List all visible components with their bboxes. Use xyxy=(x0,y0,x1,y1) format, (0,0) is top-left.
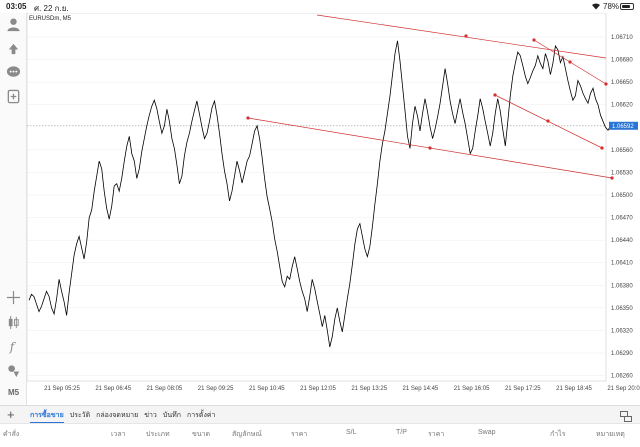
x-tick-label: 21 Sep 16:05 xyxy=(454,386,490,392)
y-tick-label: 1.06440 xyxy=(611,238,633,244)
x-tick-label: 21 Sep 10:45 xyxy=(249,386,285,392)
trendline-handle[interactable] xyxy=(532,38,536,42)
column-header[interactable]: สัญลักษณ์ xyxy=(232,429,262,440)
y-tick-label: 1.06260 xyxy=(611,374,633,380)
trendline-handle[interactable] xyxy=(428,146,432,150)
trendline-upper-channel[interactable] xyxy=(316,14,607,59)
price-chart[interactable]: EURUSDm, M5 1.06710 1.06680 1.06650 1.06620… xyxy=(27,13,640,405)
trendline-handle[interactable] xyxy=(604,82,608,86)
collapse-icon[interactable] xyxy=(620,409,632,422)
x-tick-label: 21 Sep 06:45 xyxy=(95,386,131,392)
time-axis: 21 Sep 05:25 21 Sep 06:45 21 Sep 08:05 21 S… xyxy=(44,386,640,392)
x-tick-label: 21 Sep 13:25 xyxy=(351,386,387,392)
x-tick-label: 21 Sep 18:45 xyxy=(556,386,592,392)
x-tick-label: 21 Sep 08:05 xyxy=(147,386,183,392)
candlestick-icon[interactable] xyxy=(6,315,21,330)
trendline-handle[interactable] xyxy=(246,116,250,120)
column-header[interactable]: ประเภท xyxy=(146,429,170,440)
y-tick-label: 1.06560 xyxy=(611,148,633,154)
column-header[interactable]: Swap xyxy=(478,429,496,436)
indicator-icon[interactable]: f xyxy=(6,339,21,354)
tab-3[interactable]: ข่าว xyxy=(144,410,157,423)
svg-text:f: f xyxy=(9,340,17,354)
y-tick-label: 1.06410 xyxy=(611,261,633,267)
x-tick-label: 21 Sep 20:05 xyxy=(607,386,640,392)
clock: 03:05 xyxy=(6,2,27,11)
symbol-label: EURUSDm, M5 xyxy=(29,16,72,22)
tab-5[interactable]: การตั้งค่า xyxy=(187,410,216,423)
battery-icon xyxy=(620,3,634,10)
plot-frame xyxy=(27,13,607,382)
column-header[interactable]: กำไร xyxy=(550,429,565,440)
chart-grid xyxy=(27,36,606,376)
column-header[interactable]: ขนาด xyxy=(192,429,210,440)
tab-1[interactable]: ประวัติ xyxy=(70,410,90,423)
orders-table-header: คำสั่ง เวลา ประเภท ขนาด สัญลักษณ์ ราคา S/L T/P ร… xyxy=(0,423,640,447)
column-header[interactable]: S/L xyxy=(346,429,357,436)
trendline-handle[interactable] xyxy=(600,146,604,150)
y-tick-label: 1.06620 xyxy=(611,103,633,109)
column-header[interactable]: คำสั่ง xyxy=(3,429,19,440)
y-tick-label: 1.06500 xyxy=(611,193,633,199)
y-tick-label: 1.06290 xyxy=(611,351,633,357)
timeframe-button[interactable]: M5 xyxy=(6,385,21,400)
current-price-tag: 1.06592 xyxy=(609,121,638,130)
column-header[interactable]: ราคา xyxy=(291,429,307,440)
status-bar: 03:05 ศ. 22 ก.ย. 78% xyxy=(0,0,640,13)
chart-canvas: EURUSDm, M5 1.06710 1.06680 1.06650 1.06620… xyxy=(27,13,640,392)
x-tick-label: 21 Sep 09:25 xyxy=(198,386,234,392)
trendline-handle[interactable] xyxy=(493,93,497,97)
y-tick-label: 1.06320 xyxy=(611,328,633,334)
add-icon[interactable]: + xyxy=(7,407,15,422)
tab-2[interactable]: กล่องจดหมาย xyxy=(96,410,138,423)
trendline-handle[interactable] xyxy=(464,34,468,38)
current-price-text: 1.06592 xyxy=(612,124,634,130)
trade-icon[interactable] xyxy=(6,41,21,56)
trendline-handle[interactable] xyxy=(568,60,572,64)
trendline-handle[interactable] xyxy=(610,176,614,180)
price-axis: 1.06710 1.06680 1.06650 1.06620 1.06560 1.065… xyxy=(611,35,633,380)
x-tick-label: 21 Sep 12:05 xyxy=(300,386,336,392)
y-tick-label: 1.06470 xyxy=(611,216,633,222)
x-tick-label: 21 Sep 14:45 xyxy=(403,386,439,392)
y-tick-label: 1.06650 xyxy=(611,80,633,86)
trendlines[interactable] xyxy=(246,14,614,180)
x-tick-label: 21 Sep 05:25 xyxy=(44,386,80,392)
y-tick-label: 1.06710 xyxy=(611,35,633,41)
column-header[interactable]: เวลา xyxy=(111,429,126,440)
trendline-handle[interactable] xyxy=(546,119,550,123)
column-header[interactable]: หมายเหตุ xyxy=(596,429,625,440)
x-tick-label: 21 Sep 17:25 xyxy=(505,386,541,392)
column-header[interactable]: ราคา xyxy=(428,429,444,440)
column-header[interactable]: T/P xyxy=(396,429,407,436)
y-tick-label: 1.06680 xyxy=(611,58,633,64)
price-series-line xyxy=(28,40,616,348)
tab-0[interactable]: การซื้อขาย xyxy=(30,410,64,423)
tab-4[interactable]: บันทึก xyxy=(163,410,181,423)
wifi-icon xyxy=(591,2,601,12)
left-toolbar: f M5 xyxy=(0,13,27,405)
terminal-tab-bar: + การซื้อขาย ประวัติ กล่องจดหมาย ข่าว บันทึก… xyxy=(0,405,640,423)
y-tick-label: 1.06350 xyxy=(611,306,633,312)
account-icon[interactable] xyxy=(6,17,21,32)
y-tick-label: 1.06530 xyxy=(611,170,633,176)
objects-icon[interactable] xyxy=(6,363,21,378)
terminal-tabs: การซื้อขาย ประวัติ กล่องจดหมาย ข่าว บันทึก กา… xyxy=(30,410,215,423)
chat-icon[interactable] xyxy=(6,65,21,80)
battery-percent: 78% xyxy=(603,2,620,11)
y-tick-label: 1.06380 xyxy=(611,283,633,289)
crosshair-icon[interactable] xyxy=(6,290,21,305)
new-order-icon[interactable] xyxy=(6,89,21,104)
